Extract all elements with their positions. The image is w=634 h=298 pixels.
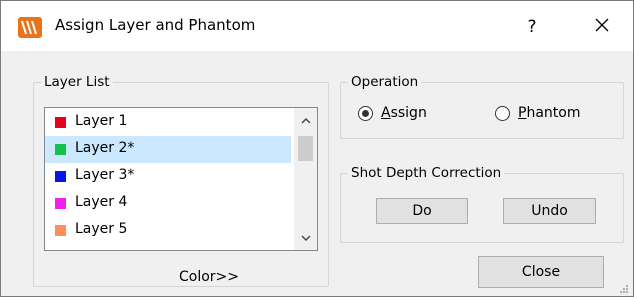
list-item-layer-3[interactable]: Layer 3* [45,163,291,190]
radio-circle [495,105,510,121]
list-item-layer-2[interactable]: Layer 2* [45,136,291,163]
layer-listbox[interactable]: Layer 1 Layer 2* Layer 3* Layer 4 Layer … [44,107,318,251]
assign-radio[interactable]: Assign [358,105,427,121]
close-button[interactable]: Close [478,256,604,288]
list-item-label: Layer 2* [75,140,135,156]
list-item-layer-4[interactable]: Layer 4 [45,190,291,217]
list-item-label: Layer 1 [75,113,128,129]
layer-list-group-label: Layer List [41,73,113,91]
close-window-button[interactable] [579,10,625,44]
title-bar: Assign Layer and Phantom ? [1,1,633,51]
chevron-down-icon [301,230,311,246]
chevron-up-icon [301,112,311,128]
list-item-label: Layer 4 [75,194,128,210]
color-button[interactable]: Color>> [179,269,239,285]
assign-layer-dialog: Assign Layer and Phantom ? Layer List La… [0,0,634,297]
close-icon [595,18,609,36]
color-swatch [55,144,66,155]
scroll-down-button[interactable] [294,228,317,248]
shot-depth-group: Shot Depth Correction Do Undo [340,164,624,243]
do-button[interactable]: Do [376,198,468,224]
color-swatch [55,171,66,182]
phantom-radio[interactable]: Phantom [495,105,580,121]
phantom-label: Phantom [518,105,581,121]
color-swatch [55,117,66,128]
list-scrollbar[interactable] [294,108,317,250]
resize-grip-icon[interactable] [619,282,629,293]
assign-label: Assign [381,105,427,121]
app-logo-icon [18,17,42,38]
shot-depth-group-label: Shot Depth Correction [348,164,505,182]
list-item-layer-5[interactable]: Layer 5 [45,217,291,244]
color-swatch [55,225,66,236]
color-swatch [55,198,66,209]
help-button[interactable]: ? [510,10,554,44]
list-item-layer-1[interactable]: Layer 1 [45,109,291,136]
operation-group-label: Operation [348,73,422,91]
dialog-title: Assign Layer and Phantom [55,16,256,34]
scroll-up-button[interactable] [294,110,317,130]
help-label: ? [527,17,537,37]
operation-group: Operation Assign Phantom [340,73,624,139]
list-item-label: Layer 5 [75,221,128,237]
list-item-label: Layer 3* [75,167,135,183]
layer-list-group: Layer List Layer 1 Layer 2* Layer 3* Lay [33,73,329,287]
radio-circle [358,105,373,121]
scroll-thumb[interactable] [298,136,313,161]
undo-button[interactable]: Undo [503,198,596,224]
